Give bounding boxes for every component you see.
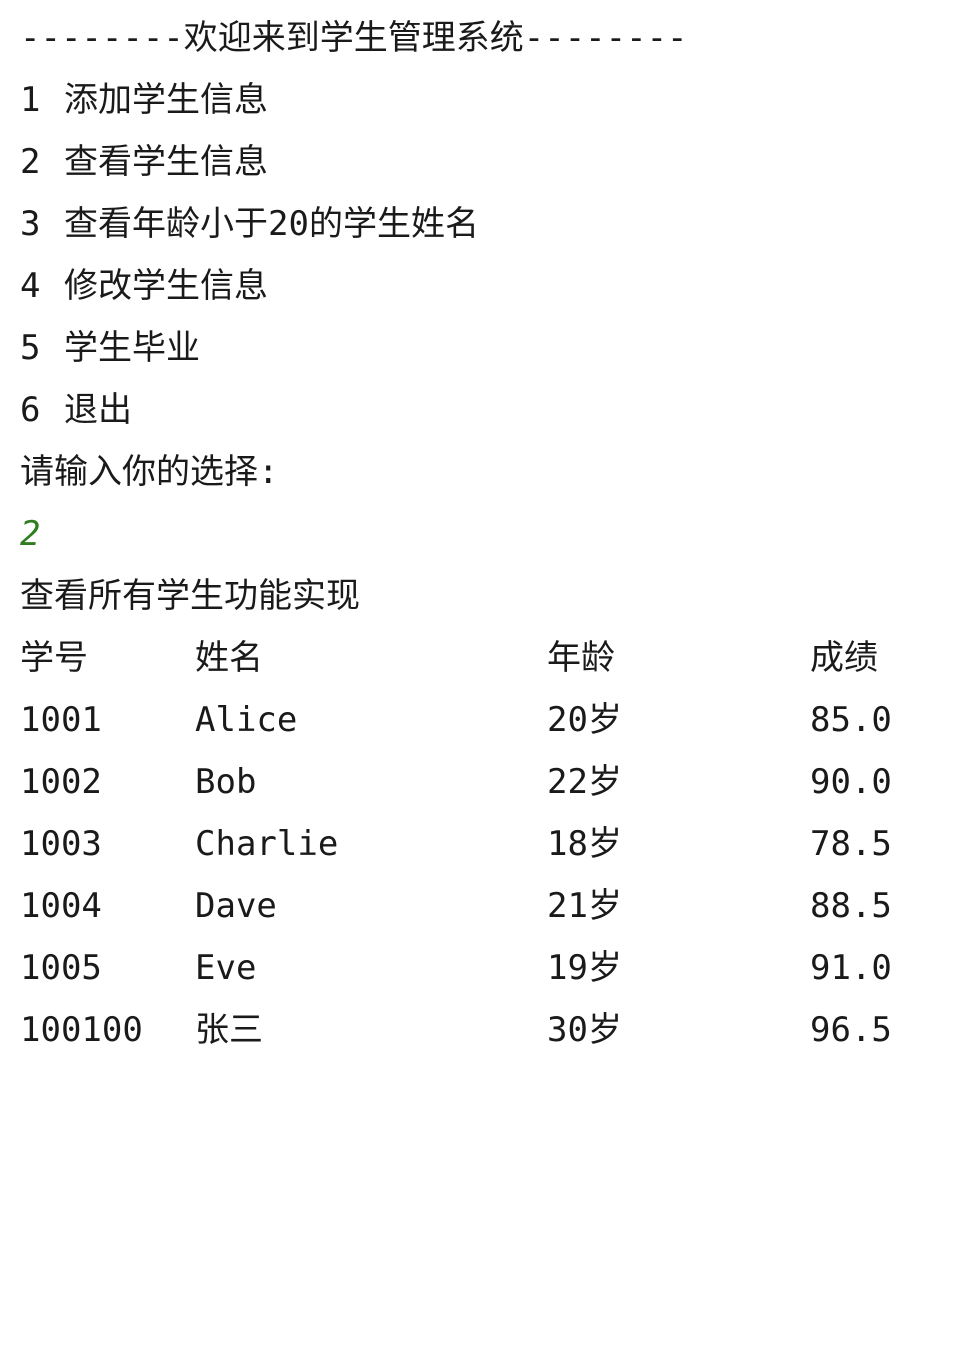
cell-score: 85.0 bbox=[810, 700, 892, 740]
table-header: 学号 姓名 年龄 成绩 bbox=[20, 627, 940, 689]
cell-name: Charlie bbox=[195, 824, 339, 864]
cell-score: 96.5 bbox=[810, 1010, 892, 1050]
menu-label: 查看学生信息 bbox=[64, 142, 268, 182]
menu-number: 4 bbox=[20, 266, 41, 306]
cell-age: 20岁 bbox=[547, 700, 622, 740]
menu-number: 5 bbox=[20, 328, 41, 368]
menu-label: 退出 bbox=[64, 390, 132, 430]
cell-student-id: 100100 bbox=[20, 1010, 143, 1050]
table-row: 1002 Bob 22岁 90.0 bbox=[20, 751, 940, 813]
header-student-id: 学号 bbox=[20, 638, 88, 678]
feature-title: 查看所有学生功能实现 bbox=[20, 576, 360, 616]
menu-item-graduate: 5 学生毕业 bbox=[20, 317, 940, 379]
cell-score: 90.0 bbox=[810, 762, 892, 802]
menu-item-exit: 6 退出 bbox=[20, 379, 940, 441]
cell-name: Bob bbox=[195, 762, 257, 802]
console-output: --------欢迎来到学生管理系统-------- 1 添加学生信息 2 查看学生… bbox=[20, 7, 940, 1061]
cell-student-id: 1005 bbox=[20, 948, 102, 988]
menu-number: 1 bbox=[20, 80, 41, 120]
menu-number: 3 bbox=[20, 204, 41, 244]
cell-name: Dave bbox=[195, 886, 277, 926]
header-age: 年龄 bbox=[547, 638, 615, 678]
cell-student-id: 1002 bbox=[20, 762, 102, 802]
menu-label: 学生毕业 bbox=[64, 328, 200, 368]
table-row: 1004 Dave 21岁 88.5 bbox=[20, 875, 940, 937]
cell-name: Alice bbox=[195, 700, 298, 740]
table-row: 1003 Charlie 18岁 78.5 bbox=[20, 813, 940, 875]
menu-item-edit: 4 修改学生信息 bbox=[20, 255, 940, 317]
cell-student-id: 1003 bbox=[20, 824, 102, 864]
cell-name: 张三 bbox=[195, 1010, 263, 1050]
cell-name: Eve bbox=[195, 948, 257, 988]
menu-label: 修改学生信息 bbox=[64, 266, 268, 306]
cell-age: 30岁 bbox=[547, 1010, 622, 1050]
menu-item-view: 2 查看学生信息 bbox=[20, 131, 940, 193]
cell-age: 19岁 bbox=[547, 948, 622, 988]
cell-student-id: 1004 bbox=[20, 886, 102, 926]
menu-label: 查看年龄小于20的学生姓名 bbox=[64, 204, 479, 244]
table-row: 1001 Alice 20岁 85.0 bbox=[20, 689, 940, 751]
menu-number: 2 bbox=[20, 142, 41, 182]
header-name: 姓名 bbox=[195, 638, 263, 678]
cell-score: 91.0 bbox=[810, 948, 892, 988]
cell-score: 88.5 bbox=[810, 886, 892, 926]
menu-item-view-under-20: 3 查看年龄小于20的学生姓名 bbox=[20, 193, 940, 255]
cell-age: 18岁 bbox=[547, 824, 622, 864]
menu-item-add: 1 添加学生信息 bbox=[20, 69, 940, 131]
menu-label: 添加学生信息 bbox=[64, 80, 268, 120]
table-row: 1005 Eve 19岁 91.0 bbox=[20, 937, 940, 999]
header-score: 成绩 bbox=[810, 638, 878, 678]
cell-score: 78.5 bbox=[810, 824, 892, 864]
cell-age: 21岁 bbox=[547, 886, 622, 926]
console-input[interactable]: 2 bbox=[20, 503, 940, 565]
choice-prompt: 请输入你的选择: bbox=[20, 452, 279, 492]
cell-student-id: 1001 bbox=[20, 700, 102, 740]
system-header: --------欢迎来到学生管理系统-------- bbox=[20, 18, 688, 58]
cell-age: 22岁 bbox=[547, 762, 622, 802]
table-row: 100100 张三 30岁 96.5 bbox=[20, 999, 940, 1061]
menu-number: 6 bbox=[20, 390, 41, 430]
